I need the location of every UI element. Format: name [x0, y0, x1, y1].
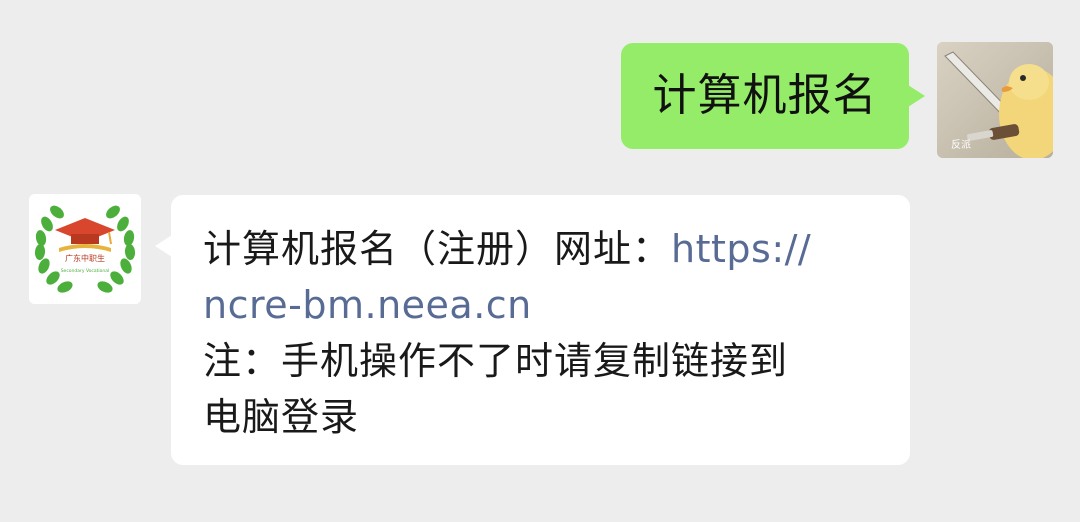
registration-link-part-1[interactable]: https:// [671, 227, 811, 271]
user-avatar[interactable]: 反派 [937, 42, 1053, 158]
logo-title: 广东中职生 [65, 253, 105, 263]
avatar-caption: 反派 [951, 140, 971, 151]
message-line-4: 电脑登录 [203, 395, 360, 439]
message-line-2: ncre-bm.neea.cn [203, 277, 884, 333]
school-laurel-logo: 广东中职生 Secondary Vocational [29, 194, 141, 304]
contact-avatar[interactable]: 广东中职生 Secondary Vocational [29, 194, 141, 304]
message-line-1: 计算机报名（注册）网址：https:// [203, 221, 884, 277]
sent-message-bubble[interactable]: 计算机报名 [621, 43, 925, 149]
logo-subtitle: Secondary Vocational [61, 268, 110, 274]
received-message-bubble[interactable]: 计算机报名（注册）网址：https:// ncre-bm.neea.cn 注：手… [155, 195, 910, 465]
message-line-3: 注：手机操作不了时请复制链接到 [203, 339, 789, 383]
sent-message-text: 计算机报名 [652, 70, 878, 121]
url-label: 计算机报名（注册）网址： [203, 227, 672, 271]
registration-link-part-2[interactable]: ncre-bm.neea.cn [203, 283, 532, 327]
